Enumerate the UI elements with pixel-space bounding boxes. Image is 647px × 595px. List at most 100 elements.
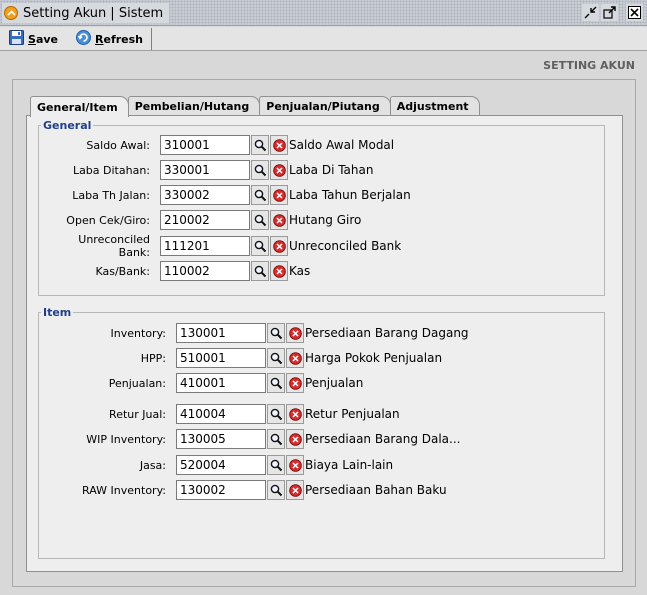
save-button[interactable]: Save [4, 29, 63, 49]
account-description: Kas [289, 264, 311, 278]
magnifier-icon[interactable] [267, 373, 285, 393]
clear-icon[interactable] [286, 455, 304, 475]
general-row-label: Laba Th Jalan: [72, 188, 150, 202]
general-row-label: Saldo Awal: [86, 138, 150, 152]
account-code-input[interactable] [176, 373, 266, 393]
item-row-label: Retur Jual: [109, 407, 166, 421]
account-code-input[interactable] [160, 185, 250, 205]
general-row: Open Cek/Giro: Hutang Giro [50, 210, 361, 230]
shrink-icon[interactable] [582, 4, 599, 21]
item-row-label: Inventory: [110, 326, 166, 340]
account-code-input[interactable] [160, 135, 250, 155]
account-code-input[interactable] [176, 323, 266, 343]
item-row: HPP: Harga Pokok Penjualan [50, 348, 442, 368]
magnifier-icon[interactable] [251, 135, 269, 155]
refresh-icon [76, 30, 91, 48]
magnifier-icon[interactable] [251, 185, 269, 205]
account-code-input[interactable] [176, 480, 266, 500]
magnifier-icon[interactable] [267, 404, 285, 424]
refresh-label: Refresh [95, 32, 143, 46]
item-row-label: HPP: [140, 351, 166, 365]
clear-icon[interactable] [270, 185, 288, 205]
magnifier-icon[interactable] [251, 160, 269, 180]
general-row: Saldo Awal: Saldo Awal Modal [50, 135, 394, 155]
clear-icon[interactable] [270, 261, 288, 281]
item-row-label: Jasa: [139, 458, 166, 472]
account-description: Penjualan [305, 376, 364, 390]
magnifier-icon[interactable] [267, 429, 285, 449]
clear-icon[interactable] [286, 404, 304, 424]
magnifier-icon[interactable] [251, 210, 269, 230]
clear-icon[interactable] [286, 348, 304, 368]
account-description: Unreconciled Bank [289, 239, 402, 253]
account-code-input[interactable] [160, 236, 250, 256]
magnifier-icon[interactable] [267, 323, 285, 343]
item-row: Retur Jual: Retur Penjualan [50, 404, 400, 424]
item-row: WIP Inventory: Persediaan Barang Dala... [50, 429, 460, 449]
item-row-label: Penjualan: [108, 376, 166, 390]
account-description: Harga Pokok Penjualan [305, 351, 443, 365]
title-wrap: Setting Akun | Sistem [2, 3, 170, 23]
clear-icon[interactable] [286, 323, 304, 343]
clear-icon[interactable] [270, 236, 288, 256]
magnifier-icon[interactable] [267, 480, 285, 500]
account-code-input[interactable] [176, 429, 266, 449]
general-row: Laba Th Jalan: Laba Tahun Berjalan [50, 185, 411, 205]
account-description: Biaya Lain-lain [305, 458, 394, 472]
account-description: Laba Tahun Berjalan [289, 188, 411, 202]
account-description: Laba Di Tahan [289, 163, 374, 177]
toolbar: Save Refresh [0, 27, 647, 51]
save-label: Save [28, 32, 58, 46]
account-code-input[interactable] [160, 210, 250, 230]
toolbar-group: Save Refresh [4, 28, 152, 50]
clear-icon[interactable] [286, 373, 304, 393]
tab-adjustment[interactable]: Adjustment [389, 96, 480, 116]
clear-icon[interactable] [270, 210, 288, 230]
magnifier-icon[interactable] [267, 455, 285, 475]
account-description: Persediaan Bahan Baku [305, 483, 447, 497]
clear-icon[interactable] [270, 135, 288, 155]
general-row-label: Laba Ditahan: [72, 163, 150, 177]
account-description: Persediaan Barang Dagang [305, 326, 469, 340]
clear-icon[interactable] [270, 160, 288, 180]
maximize-icon[interactable] [601, 4, 618, 21]
magnifier-icon[interactable] [251, 236, 269, 256]
clear-icon[interactable] [286, 429, 304, 449]
general-row-label: Unreconciled Bank: [78, 233, 150, 259]
item-legend: Item [43, 306, 72, 319]
general-row-label: Open Cek/Giro: [66, 213, 150, 227]
tab-strip: General/Item Pembelian/Hutang Penjualan/… [30, 96, 480, 117]
close-icon[interactable] [626, 4, 643, 21]
floppy-disk-icon [9, 30, 24, 48]
account-code-input[interactable] [176, 348, 266, 368]
refresh-button[interactable]: Refresh [71, 29, 148, 49]
magnifier-icon[interactable] [267, 348, 285, 368]
chevron-up-icon[interactable] [4, 6, 18, 20]
magnifier-icon[interactable] [251, 261, 269, 281]
page-heading: SETTING AKUN [543, 59, 635, 72]
item-row-label: WIP Inventory: [86, 432, 166, 446]
general-row-label: Kas/Bank: [95, 264, 150, 278]
tab-penjualan-piutang[interactable]: Penjualan/Piutang [259, 96, 391, 116]
general-row: Unreconciled Bank: Unreconciled Bank [50, 233, 402, 259]
account-description: Hutang Giro [289, 213, 362, 227]
account-code-input[interactable] [176, 455, 266, 475]
tab-pembelian-hutang[interactable]: Pembelian/Hutang [127, 96, 261, 116]
account-code-input[interactable] [160, 160, 250, 180]
item-row: Penjualan: Penjualan [50, 373, 363, 393]
window-controls [582, 4, 643, 21]
account-description: Retur Penjualan [305, 407, 400, 421]
tab-general-item[interactable]: General/Item [30, 96, 129, 117]
item-row: Jasa: Biaya Lain-lain [50, 455, 393, 475]
item-row: RAW Inventory: Persediaan Bahan Baku [50, 480, 447, 500]
title-bar: Setting Akun | Sistem [0, 0, 647, 26]
general-row: Laba Ditahan: Laba Di Tahan [50, 160, 373, 180]
account-code-input[interactable] [160, 261, 250, 281]
window-title: Setting Akun | Sistem [23, 5, 164, 21]
clear-icon[interactable] [286, 480, 304, 500]
account-code-input[interactable] [176, 404, 266, 424]
item-row-label: RAW Inventory: [82, 483, 166, 497]
item-row: Inventory: Persediaan Barang Dagang [50, 323, 469, 343]
general-legend: General [43, 119, 92, 132]
account-description: Saldo Awal Modal [289, 138, 395, 152]
